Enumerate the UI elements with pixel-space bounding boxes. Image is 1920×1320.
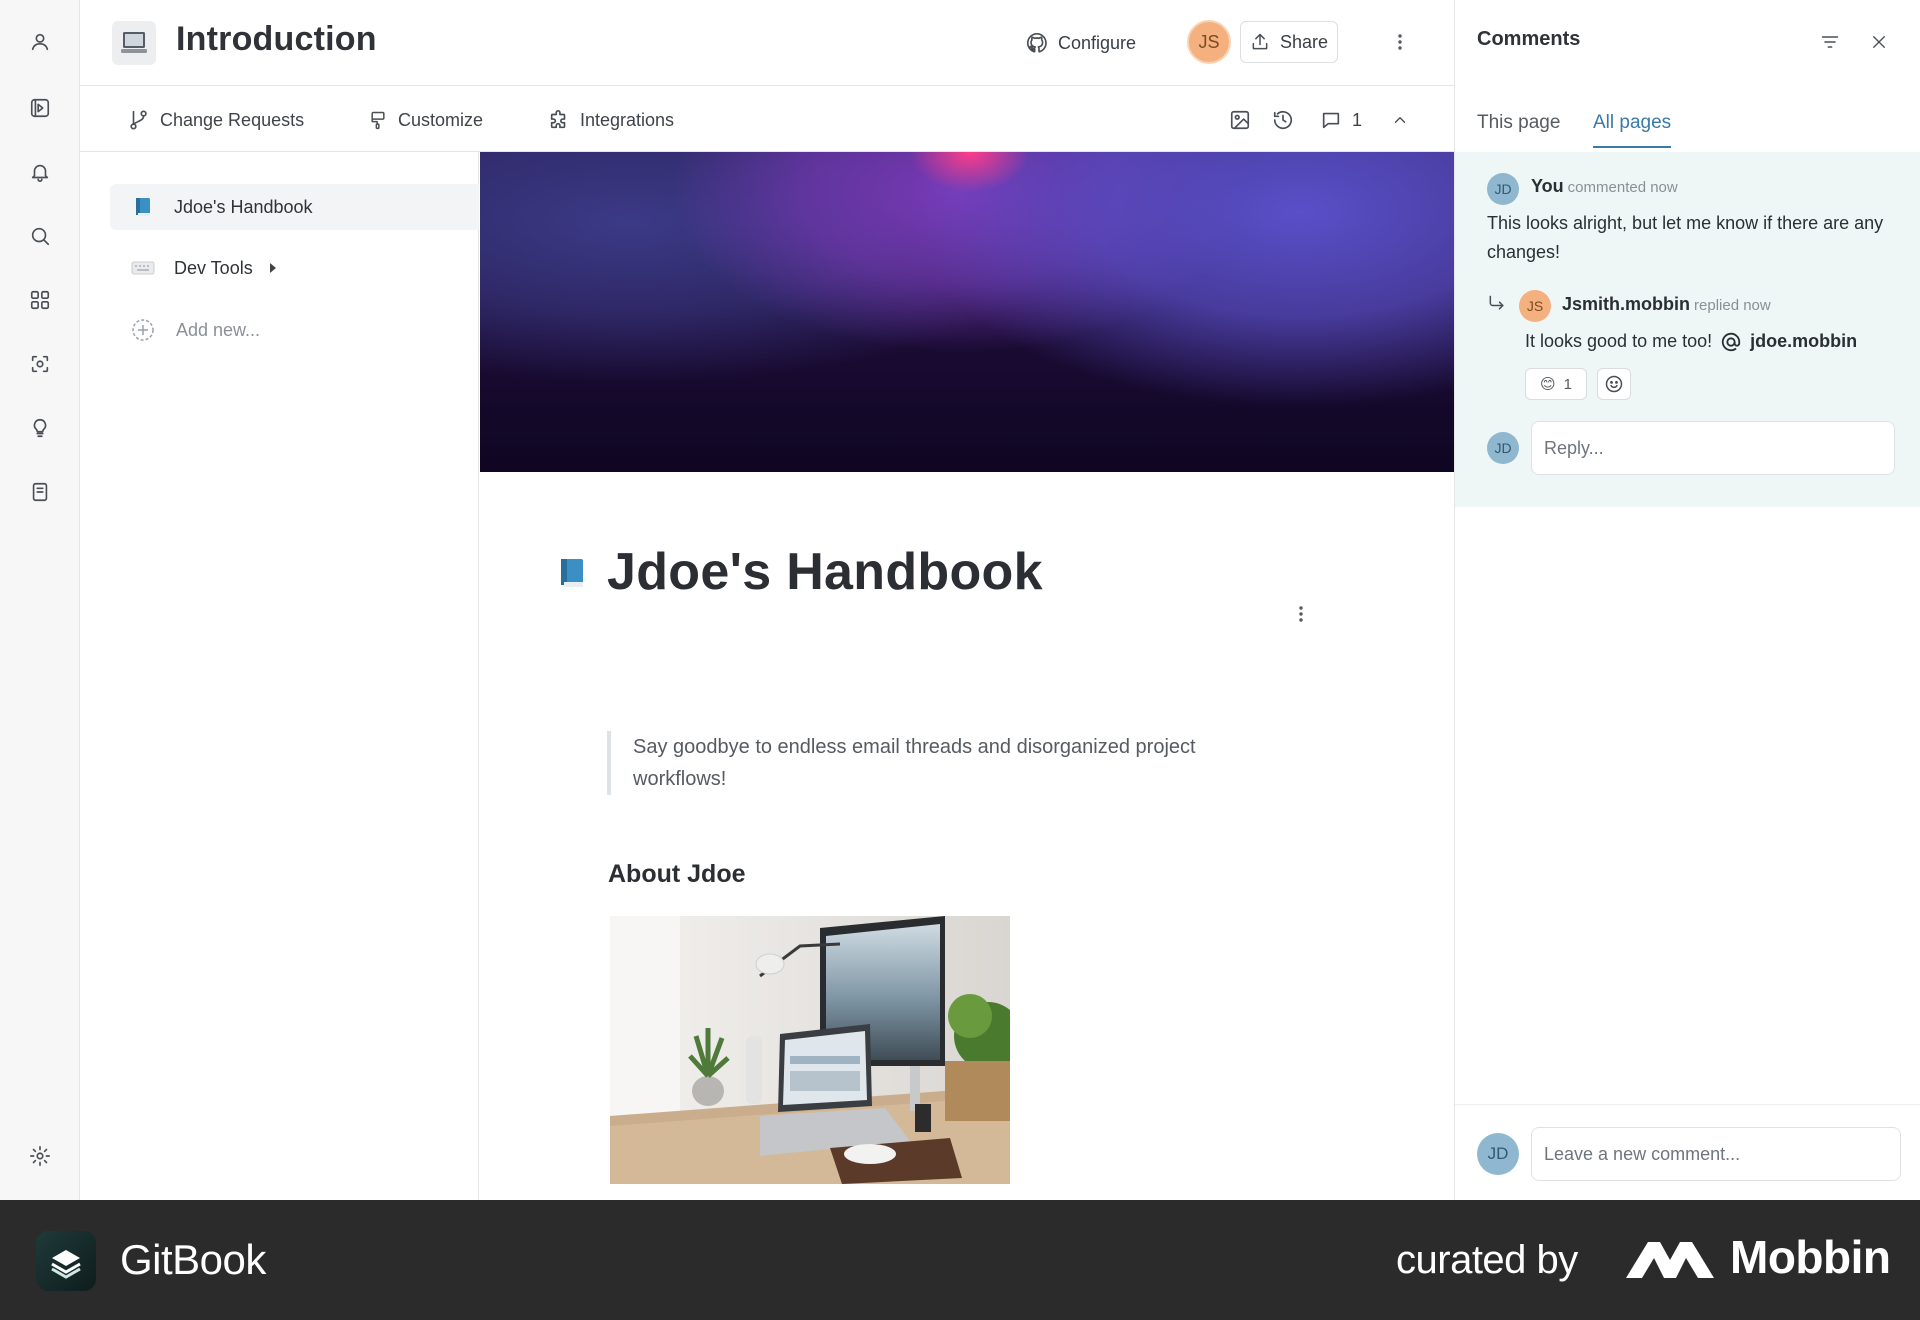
new-comment-area: JD xyxy=(1455,1104,1920,1200)
reaction-chip[interactable]: 😊 1 xyxy=(1525,368,1587,400)
section-heading: About Jdoe xyxy=(608,860,746,888)
comment-body: This looks alright, but let me know if t… xyxy=(1487,213,1884,262)
blue-book-icon xyxy=(561,559,583,587)
at-icon xyxy=(1721,332,1741,351)
reply-input[interactable] xyxy=(1531,421,1895,475)
desk-photo xyxy=(610,916,1010,1184)
more-options-icon[interactable] xyxy=(1390,28,1410,56)
new-comment-input[interactable] xyxy=(1531,1127,1901,1181)
share-label: Share xyxy=(1279,31,1329,52)
gitbook-logo-icon xyxy=(36,1231,96,1291)
chevron-up-icon[interactable] xyxy=(1386,106,1414,134)
add-circle-icon xyxy=(130,318,156,342)
history-icon[interactable] xyxy=(1269,106,1297,134)
reply-time: replied now xyxy=(1694,297,1771,314)
comments-title: Comments xyxy=(1477,28,1581,50)
add-reaction-icon[interactable] xyxy=(1597,368,1631,400)
settings-gear-icon[interactable] xyxy=(24,1140,56,1172)
mobbin-logo-icon xyxy=(1626,1242,1714,1278)
share-button[interactable]: Share xyxy=(1240,21,1338,63)
reply-meta: Jsmith.mobbin replied now xyxy=(1562,294,1771,315)
mention-link[interactable]: jdoe.mobbin xyxy=(1750,327,1857,356)
keyboard-icon xyxy=(130,261,156,275)
grid-icon[interactable] xyxy=(24,284,56,316)
gitbook-brand: GitBook xyxy=(120,1236,266,1283)
replier-avatar: JS xyxy=(1519,290,1551,322)
page-header: Introduction Configure JS Share xyxy=(80,0,1454,86)
icon-rail xyxy=(0,0,80,1200)
search-icon[interactable] xyxy=(24,220,56,252)
integrations-button[interactable]: Integrations xyxy=(548,106,674,134)
filter-icon[interactable] xyxy=(1818,30,1842,54)
nav-item-label: Jdoe's Handbook xyxy=(174,196,313,217)
document-title: Jdoe's Handbook xyxy=(607,543,1043,601)
reaction-emoji: 😊 xyxy=(1540,376,1556,393)
book-icon[interactable] xyxy=(24,476,56,508)
reply-author: Jsmith.mobbin xyxy=(1562,294,1691,314)
nav-add-label: Add new... xyxy=(176,319,261,340)
reply-text: It looks good to me too! xyxy=(1525,331,1713,351)
caret-right-icon[interactable] xyxy=(269,262,277,274)
comment-author: You xyxy=(1531,176,1564,196)
block-options-icon[interactable] xyxy=(1291,600,1311,628)
paintbrush-icon xyxy=(371,111,385,130)
close-icon[interactable] xyxy=(1867,30,1891,54)
comment-count: 1 xyxy=(1352,109,1363,130)
nav-item-label: Dev Tools xyxy=(174,257,253,278)
tab-this-page[interactable]: This page xyxy=(1477,112,1560,146)
reply-avatar: JD xyxy=(1487,432,1519,464)
configure-label: Configure xyxy=(1058,32,1137,53)
reply-body: It looks good to me too! jdoe.mobbin xyxy=(1525,327,1905,356)
people-icon[interactable] xyxy=(24,26,56,58)
scan-icon[interactable] xyxy=(24,348,56,380)
bell-icon[interactable] xyxy=(24,156,56,188)
share-icon xyxy=(1252,33,1268,50)
github-icon xyxy=(1026,33,1047,53)
customize-label: Customize xyxy=(398,109,484,130)
change-requests-button[interactable]: Change Requests xyxy=(128,106,304,134)
configure-button[interactable]: Configure xyxy=(1026,26,1136,60)
reaction-count: 1 xyxy=(1563,375,1572,393)
curated-by-label: curated by xyxy=(1396,1238,1578,1282)
nav-item-handbook[interactable]: Jdoe's Handbook xyxy=(110,184,479,230)
quote-block: Say goodbye to endless email threads and… xyxy=(607,731,1287,795)
nav-item-dev-tools[interactable]: Dev Tools xyxy=(110,245,479,291)
user-avatar[interactable]: JS xyxy=(1187,20,1231,64)
mobbin-brand: Mobbin xyxy=(1730,1231,1891,1283)
comment-thread: JD You commented now This looks alright, … xyxy=(1455,152,1920,507)
puzzle-icon xyxy=(550,110,566,129)
blue-book-icon xyxy=(130,197,156,217)
change-requests-label: Change Requests xyxy=(160,109,305,130)
new-comment-avatar: JD xyxy=(1477,1133,1519,1175)
comment-icon xyxy=(1322,112,1340,129)
comment-meta: You commented now xyxy=(1531,176,1678,197)
integrations-label: Integrations xyxy=(580,109,675,130)
commenter-avatar: JD xyxy=(1487,173,1519,205)
branch-icon xyxy=(130,110,147,130)
cover-image xyxy=(480,152,1454,472)
document-area: Jdoe's Handbook Say goodbye to endless e… xyxy=(480,152,1454,1200)
comment-time: commented now xyxy=(1567,179,1678,196)
nav-add-new[interactable]: Add new... xyxy=(110,307,479,353)
page-toolbar: Change Requests Customize Integrations 1 xyxy=(80,86,1454,152)
play-square-icon[interactable] xyxy=(24,92,56,124)
customize-button[interactable]: Customize xyxy=(368,106,483,134)
page-title: Introduction xyxy=(176,20,377,58)
page-tree: Jdoe's Handbook Dev Tools Add new... xyxy=(80,152,479,1200)
tab-all-pages[interactable]: All pages xyxy=(1593,112,1672,148)
cover-image-icon[interactable] xyxy=(1226,106,1254,134)
footer-banner: GitBook curated by Mobbin xyxy=(0,1200,1920,1320)
bulb-icon[interactable] xyxy=(24,412,56,444)
comments-panel: Comments This page All pages JD You comme… xyxy=(1454,0,1920,1200)
reply-arrow-icon xyxy=(1487,294,1507,317)
laptop-icon[interactable] xyxy=(112,21,156,65)
comments-toggle[interactable]: 1 xyxy=(1320,106,1362,134)
